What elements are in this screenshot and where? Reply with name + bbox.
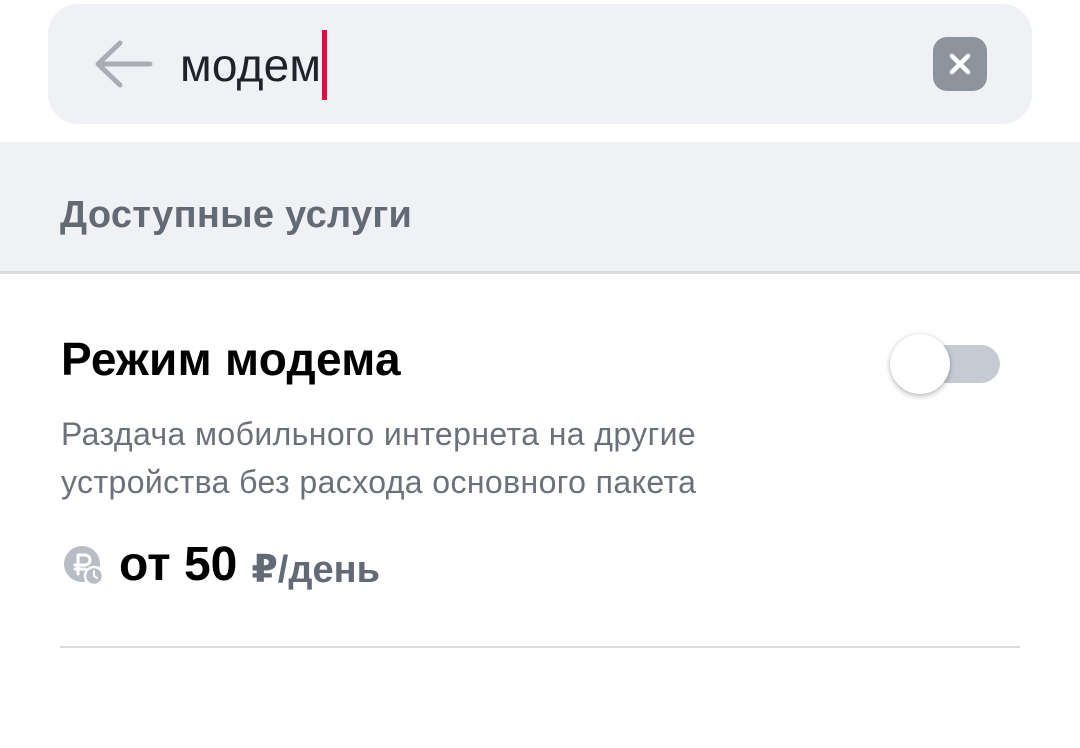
text-caret	[322, 30, 328, 100]
search-input-value: модем	[180, 39, 322, 91]
back-button[interactable]	[86, 34, 158, 94]
section-header: Доступные услуги	[0, 142, 1080, 274]
service-description: Раздача мобильного интернета на другие у…	[61, 410, 821, 506]
price-unit: ₽/день	[251, 548, 380, 591]
divider	[60, 646, 1020, 648]
price-row: от 50 ₽/день	[63, 534, 380, 594]
service-description-line-1: Раздача мобильного интернета на другие	[61, 416, 697, 452]
service-description-line-2: устройства без расхода основного пакета	[61, 464, 697, 500]
service-card[interactable]: Режим модема Раздача мобильного интернет…	[0, 274, 1080, 648]
service-title: Режим модема	[61, 333, 401, 385]
ruble-coin-icon	[64, 546, 105, 587]
clear-search-button[interactable]	[933, 37, 987, 91]
service-toggle[interactable]	[890, 334, 1002, 394]
price-amount: от 50	[119, 537, 238, 591]
search-input[interactable]: модем	[180, 30, 328, 100]
screen: модем Доступные услуги Режим модема Разд…	[0, 0, 1080, 748]
toggle-knob	[890, 334, 950, 394]
arrow-left-icon	[95, 40, 153, 88]
close-icon	[949, 53, 971, 75]
section-title: Доступные услуги	[60, 194, 413, 236]
